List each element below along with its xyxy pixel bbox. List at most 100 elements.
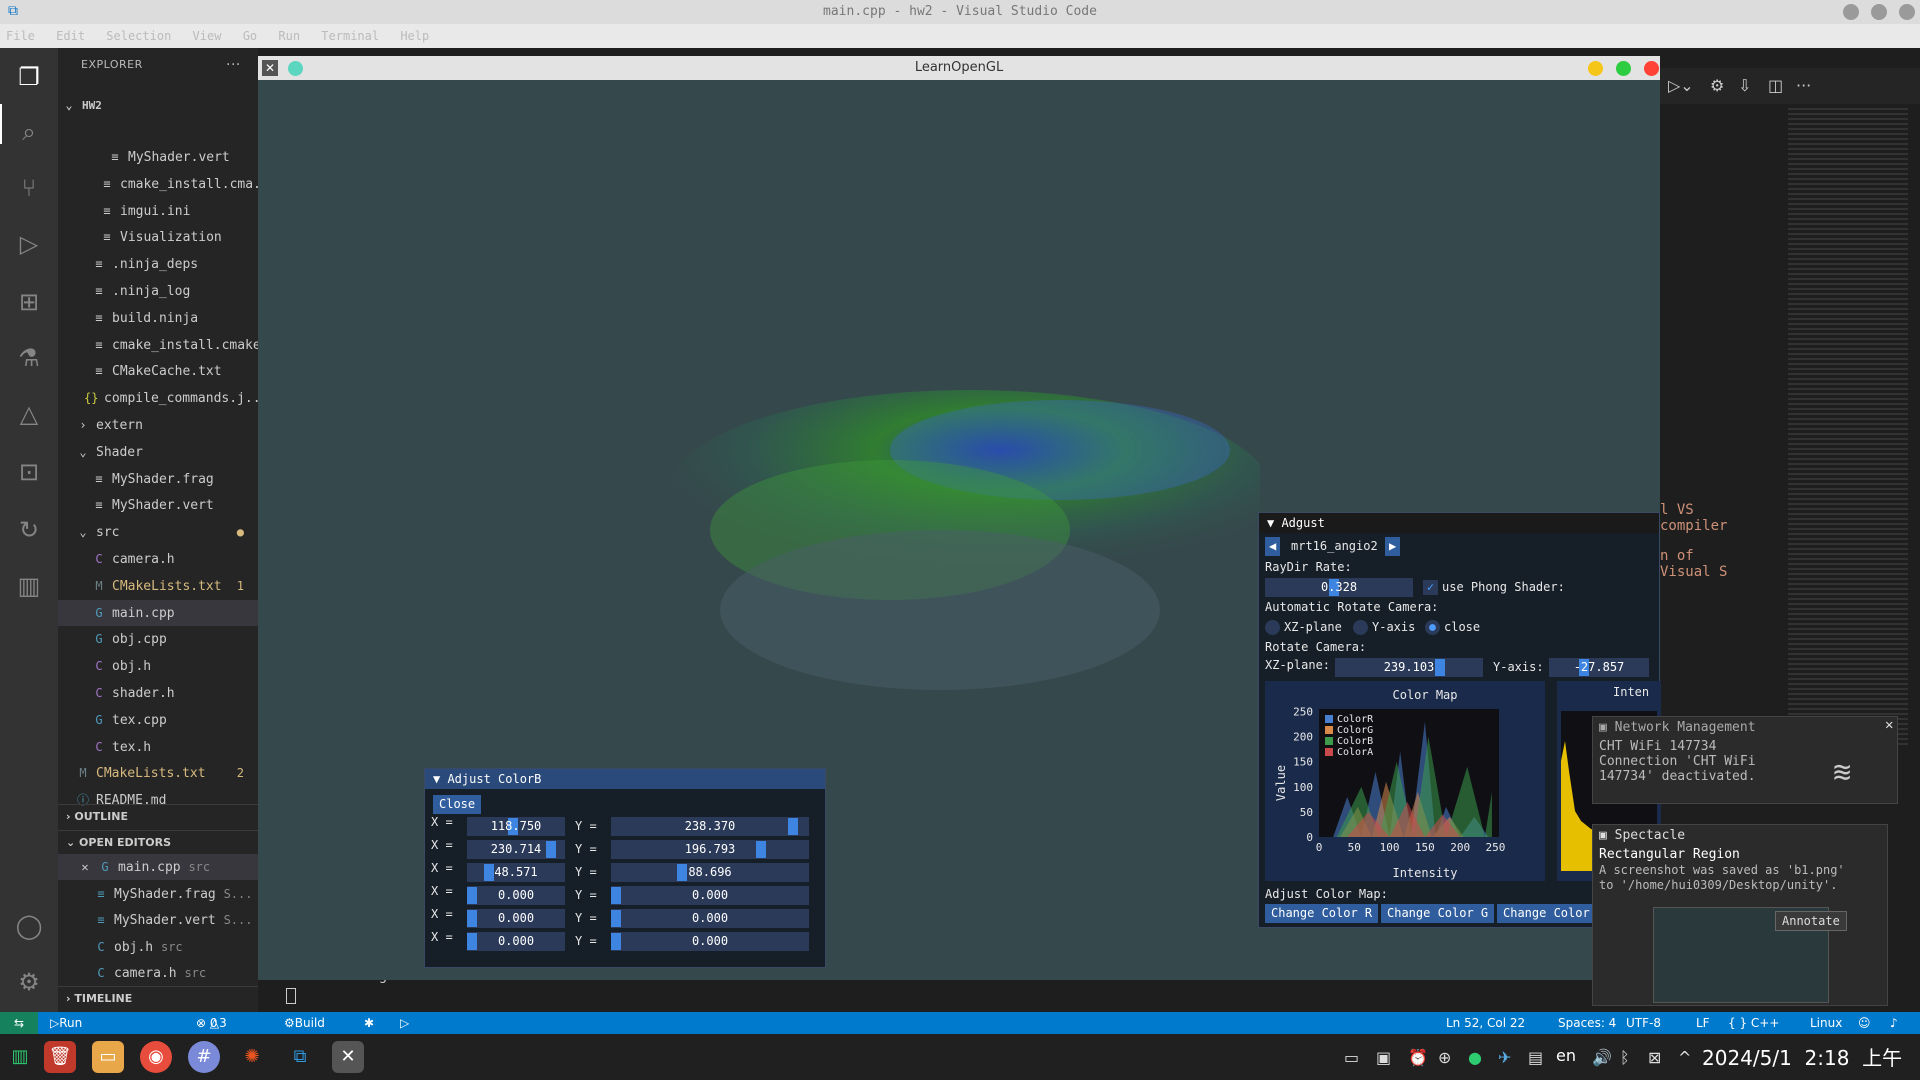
slider-grab[interactable] — [611, 933, 621, 950]
file-tree-item[interactable]: Cobj.h — [58, 653, 258, 679]
menu-selection[interactable]: Selection — [106, 29, 171, 43]
feedback-icon[interactable]: ☺ — [1858, 1012, 1871, 1034]
extensions-icon[interactable]: ⊞ — [13, 286, 45, 318]
gl-close-button[interactable] — [1644, 61, 1659, 76]
close-window-button[interactable] — [1899, 4, 1915, 20]
cmake-icon[interactable]: △ — [13, 398, 45, 430]
xz-slider[interactable]: 239.103 — [1335, 658, 1483, 677]
slider-grab[interactable] — [546, 841, 557, 858]
remote-icon[interactable]: ⇆ — [0, 1012, 38, 1034]
file-tree-item[interactable]: ≡ build.ninja — [58, 305, 258, 331]
problems-button[interactable]: ⊗ 0 △ 3 — [196, 1012, 227, 1034]
annotate-button[interactable]: Annotate — [1775, 911, 1847, 931]
maximize-button[interactable] — [1871, 4, 1887, 20]
x-slider[interactable]: 0.000 — [467, 909, 565, 928]
radio-xz[interactable]: XZ-plane — [1265, 618, 1342, 637]
bell-icon[interactable]: ♪ — [1890, 1012, 1898, 1034]
network-status-icon[interactable]: ⊠ — [1648, 1048, 1661, 1067]
language-mode[interactable]: { } C++ — [1728, 1012, 1779, 1034]
slider-grab[interactable] — [467, 933, 477, 950]
file-tree-item[interactable]: ≡ MyShader.frag — [58, 466, 258, 492]
account-icon[interactable]: ◯ — [13, 910, 45, 942]
open-editor-item[interactable]: Cobj.h src — [58, 934, 258, 960]
more-icon[interactable]: ··· — [1796, 76, 1811, 95]
chevron-up-icon[interactable]: ^ — [1678, 1048, 1691, 1067]
x11-taskbar-icon[interactable]: ✕ — [332, 1041, 364, 1073]
app-launcher-icon[interactable]: ▥ — [4, 1041, 36, 1073]
more-actions-icon[interactable]: ··· — [226, 48, 241, 82]
slider-grab[interactable] — [483, 864, 494, 881]
change-color-g-button[interactable]: Change Color G — [1381, 904, 1495, 923]
minimize-button[interactable] — [1843, 4, 1859, 20]
file-tree-item[interactable]: ⌄ src ● — [58, 519, 258, 545]
file-tree-item[interactable]: ≡ imgui.ini — [58, 198, 258, 224]
open-editor-item[interactable]: ✕ Gmain.cpp src — [58, 854, 258, 880]
radio-close[interactable]: close — [1425, 618, 1480, 637]
open-editor-item[interactable]: Ccamera.h src — [58, 960, 258, 986]
file-tree-item[interactable]: Gmain.cpp — [58, 599, 258, 626]
cursor-position[interactable]: Ln 52, Col 22 — [1446, 1012, 1525, 1034]
file-tree-item[interactable]: Ctex.h — [58, 734, 258, 760]
slider-grab[interactable] — [755, 841, 766, 858]
adjust-colorb-titlebar[interactable]: ▼ Adjust ColorB — [425, 769, 825, 789]
monitor-icon[interactable]: ▣ — [1376, 1048, 1391, 1067]
raydir-slider[interactable]: 0.328 — [1265, 578, 1413, 597]
menu-edit[interactable]: Edit — [56, 29, 85, 43]
file-tree-item[interactable]: ≡ MyShader.vert — [58, 144, 258, 170]
file-tree-item[interactable]: ≡ cmake_install.cmake — [58, 332, 258, 358]
y-slider[interactable]: 88.696 — [611, 863, 809, 882]
settings-gear-icon[interactable]: ⚙ — [13, 966, 45, 998]
spectacle-notification[interactable]: ▣ Spectacle Rectangular Region A screens… — [1592, 824, 1888, 1006]
file-tree-item[interactable]: Gobj.cpp — [58, 626, 258, 652]
trash-icon[interactable]: 🗑 — [44, 1041, 76, 1073]
build-button[interactable]: ⚙ Build — [284, 1012, 325, 1034]
y-slider[interactable]: 196.793 — [611, 840, 809, 859]
x-slider[interactable]: 230.714 — [467, 840, 565, 859]
update-icon[interactable]: ⊕ — [1438, 1048, 1451, 1067]
gl-minimize-button[interactable] — [1588, 61, 1603, 76]
source-control-icon[interactable]: ⑂ — [13, 172, 45, 204]
phong-checkbox[interactable]: ✓ use Phong Shader: — [1423, 578, 1565, 597]
debug-icon[interactable]: ✱ — [364, 1012, 374, 1034]
menu-file[interactable]: File — [6, 29, 35, 43]
menu-help[interactable]: Help — [400, 29, 429, 43]
open-editor-item[interactable]: ≡ MyShader.vert S... — [58, 907, 258, 933]
y-slider[interactable]: 0.000 — [611, 909, 809, 928]
vscode-taskbar-icon[interactable]: ⧉ — [284, 1041, 316, 1073]
next-dataset-button[interactable]: ▶ — [1385, 537, 1401, 556]
x-slider[interactable]: 0.000 — [467, 932, 565, 951]
file-tree-item[interactable]: ≡ Visualization — [58, 224, 258, 250]
slider-grab[interactable] — [676, 864, 687, 881]
run-testcases-button[interactable]: ▷ Run Testcases — [50, 1012, 117, 1052]
file-tree-item[interactable]: Gtex.cpp — [58, 707, 258, 733]
files-icon[interactable]: ▭ — [92, 1041, 124, 1073]
clipboard-icon[interactable]: ▤ — [1528, 1048, 1543, 1067]
share-icon[interactable]: ↻ — [13, 514, 45, 546]
menu-view[interactable]: View — [193, 29, 222, 43]
close-icon[interactable]: ✕ — [78, 854, 92, 880]
file-tree-item[interactable]: M CMakeLists.txt 2 — [58, 760, 258, 786]
slider-grab[interactable] — [611, 910, 621, 927]
prev-dataset-button[interactable]: ◀ — [1265, 537, 1281, 556]
file-tree-item[interactable]: {} compile_commands.j... — [58, 385, 258, 411]
slider-grab[interactable] — [787, 818, 798, 835]
network-notification[interactable]: ▣ Network Management CHT WiFi 147734 Con… — [1592, 716, 1898, 804]
slider-grab[interactable] — [1435, 659, 1445, 676]
explorer-icon[interactable]: ❐ — [13, 61, 45, 93]
open-editors-section[interactable]: ⌄ OPEN EDITORS — [58, 830, 258, 854]
platform[interactable]: Linux — [1810, 1012, 1842, 1034]
chart-icon[interactable]: ▥ — [13, 570, 45, 602]
bluetooth-icon[interactable]: ᛒ — [1620, 1048, 1630, 1067]
split-editor-icon[interactable]: ◫ — [1768, 76, 1783, 95]
adjust-titlebar[interactable]: ▼ Adgust — [1259, 513, 1659, 533]
run-dropdown-icon[interactable]: ▷⌄ — [1668, 76, 1694, 95]
open-editor-item[interactable]: ≡ MyShader.frag S... — [58, 881, 258, 907]
file-tree-item[interactable]: ≡ MyShader.vert — [58, 492, 258, 518]
indentation[interactable]: Spaces: 4 — [1558, 1012, 1616, 1034]
y-axis-slider[interactable]: -27.857 — [1549, 658, 1649, 677]
file-tree-item[interactable]: Cshader.h — [58, 680, 258, 706]
x-slider[interactable]: 48.571 — [467, 863, 565, 882]
change-color-r-button[interactable]: Change Color R — [1265, 904, 1379, 923]
testing-icon[interactable]: ⚗ — [13, 342, 45, 374]
discord-icon[interactable]: # — [188, 1041, 220, 1073]
